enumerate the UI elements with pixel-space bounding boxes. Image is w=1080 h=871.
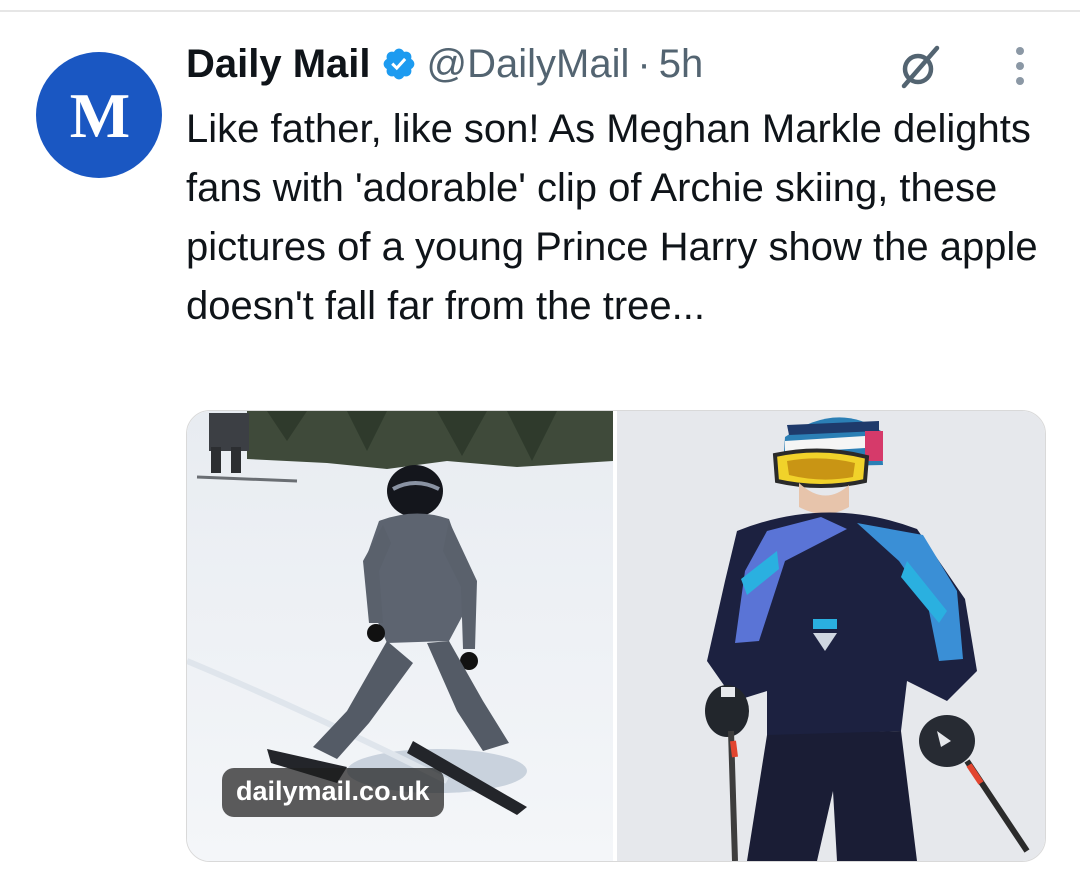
- tweet-card: M Daily Mail @DailyMail · 5h Like father…: [0, 0, 1080, 871]
- avatar-logo-text: M: [69, 80, 130, 151]
- author-name[interactable]: Daily Mail: [186, 42, 371, 87]
- divider: [0, 10, 1080, 12]
- grok-icon[interactable]: [894, 42, 944, 92]
- more-options-icon[interactable]: [1008, 44, 1032, 88]
- verified-badge-icon: [381, 46, 417, 82]
- media-image-harry[interactable]: [617, 411, 1045, 861]
- link-source-badge[interactable]: dailymail.co.uk: [222, 768, 444, 817]
- young-skier-illustration: [617, 411, 1045, 861]
- timestamp[interactable]: 5h: [659, 42, 704, 87]
- author-handle[interactable]: @DailyMail: [427, 42, 630, 87]
- tweet-header: Daily Mail @DailyMail · 5h: [186, 36, 703, 92]
- separator-dot: ·: [637, 41, 651, 86]
- avatar[interactable]: M: [36, 52, 162, 178]
- tweet-text: Like father, like son! As Meghan Markle …: [186, 107, 1038, 328]
